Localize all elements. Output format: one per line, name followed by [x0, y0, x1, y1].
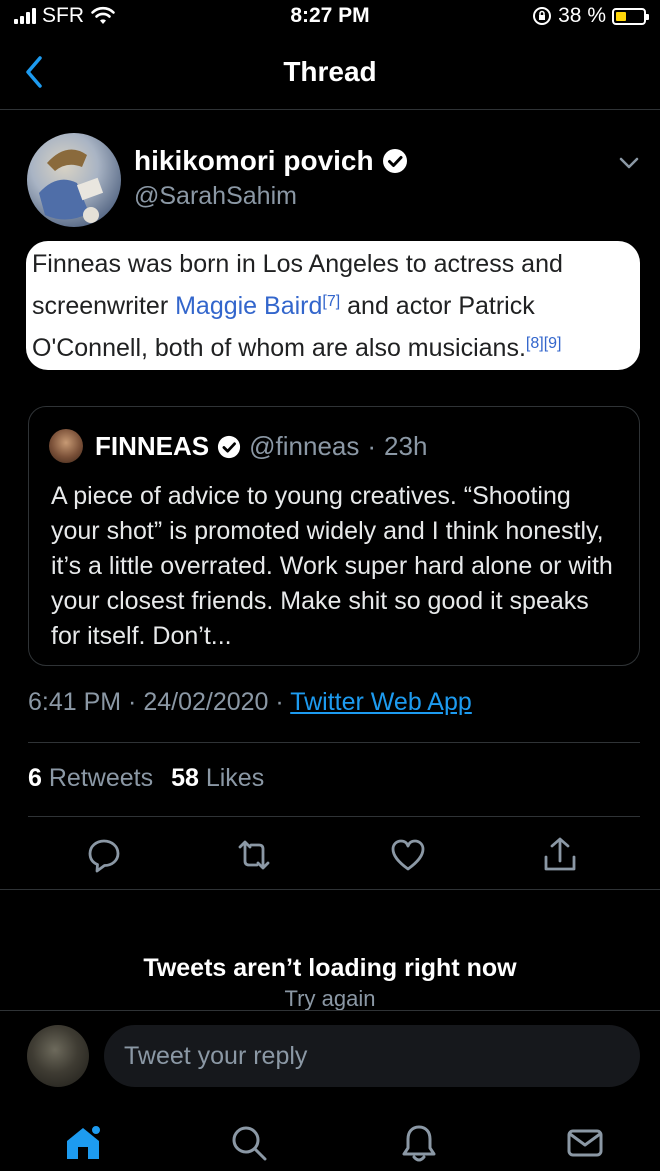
image-ref2: [8][9]: [525, 335, 562, 352]
tweet-actions: [0, 835, 660, 875]
likes-count: 58: [171, 764, 199, 792]
reply-input[interactable]: [104, 1025, 640, 1087]
battery-icon: [612, 7, 649, 25]
user-avatar[interactable]: [27, 1025, 89, 1087]
quoted-header: FINNEAS @finneas · 23h: [95, 431, 427, 462]
author-name[interactable]: hikikomori povich: [134, 145, 374, 177]
likes-label: Likes: [205, 764, 265, 792]
retweets-count-link[interactable]: 6 Retweets: [28, 764, 153, 793]
divider: [0, 889, 660, 890]
author-handle[interactable]: @SarahSahim: [134, 182, 297, 211]
author-avatar[interactable]: [27, 133, 121, 227]
chevron-down-icon[interactable]: [616, 150, 642, 176]
likes-count-link[interactable]: 58 Likes: [171, 764, 264, 793]
divider: [0, 1010, 660, 1011]
tweet-source-link[interactable]: Twitter Web App: [290, 688, 472, 716]
retweets-count: 6: [28, 764, 42, 792]
quoted-name: FINNEAS: [95, 431, 210, 461]
page-title: Thread: [283, 56, 377, 87]
retry-link[interactable]: Try again: [0, 986, 660, 1012]
like-icon[interactable]: [388, 835, 428, 875]
reply-icon[interactable]: [84, 835, 124, 875]
quoted-tweet[interactable]: FINNEAS @finneas · 23h A piece of advice…: [28, 406, 640, 666]
tweet-image[interactable]: Finneas was born in Los Angeles to actre…: [26, 241, 640, 370]
quoted-separator: ·: [367, 431, 377, 461]
tweet-meta: 6:41 PM · 24/02/2020 · Twitter Web App: [28, 688, 472, 717]
quoted-text: A piece of advice to young creatives. “S…: [51, 482, 613, 650]
tweet-timestamp: 6:41 PM · 24/02/2020 ·: [28, 688, 291, 716]
nav-bar: Thread: [0, 38, 660, 110]
orientation-lock-icon: [533, 7, 552, 25]
retweets-label: Retweets: [48, 764, 154, 792]
notifications-icon[interactable]: [398, 1122, 440, 1164]
divider: [28, 816, 640, 817]
home-icon[interactable]: [62, 1122, 104, 1164]
quoted-age: 23h: [384, 431, 428, 461]
status-bar: SFR 8:27 PM 38 %: [0, 0, 660, 34]
avatar-illustration: [39, 149, 104, 223]
divider: [28, 742, 640, 743]
search-icon[interactable]: [228, 1122, 270, 1164]
battery-percent: 38 %: [558, 4, 606, 27]
image-ref1: [7]: [322, 293, 341, 310]
image-link-maggie-baird: Maggie Baird: [175, 292, 323, 320]
tab-bar: [0, 1110, 660, 1171]
author-name-row[interactable]: hikikomori povich: [134, 145, 408, 177]
retweet-icon[interactable]: [234, 835, 274, 875]
messages-icon[interactable]: [564, 1122, 606, 1164]
verified-badge-icon: [382, 149, 407, 173]
verified-badge-icon: [218, 435, 241, 458]
quoted-avatar: [49, 429, 83, 463]
quoted-handle: @finneas: [249, 431, 360, 461]
engagement-counts: 6 Retweets 58 Likes: [28, 764, 264, 793]
share-icon[interactable]: [540, 835, 580, 875]
error-title: Tweets aren’t loading right now: [143, 954, 517, 982]
status-right: 38 %: [532, 4, 649, 28]
